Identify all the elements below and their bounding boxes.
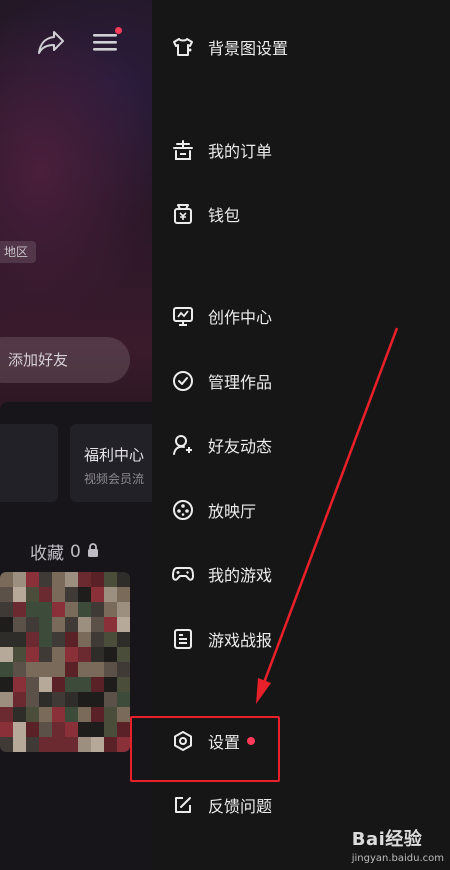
watermark-brand: Bai经验: [351, 829, 423, 850]
annotation-arrow: [256, 327, 399, 704]
baidu-watermark: Bai经验 jingyan.baidu.com: [352, 825, 444, 864]
watermark-url: jingyan.baidu.com: [351, 853, 444, 864]
